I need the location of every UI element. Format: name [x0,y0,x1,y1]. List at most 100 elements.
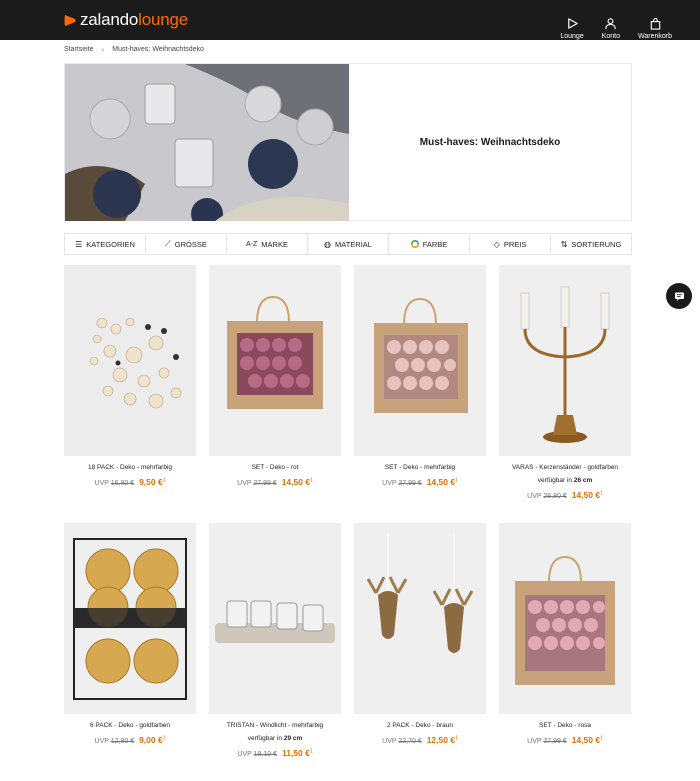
product-name: TRISTAN - Windlicht - mehrfarbig [226,722,324,729]
price-footnote: 1 [455,735,458,742]
tag-icon: ◇ [493,239,500,249]
sale-price: 9,50 € [139,477,163,487]
product-price: UVP 27,99 € 14,50 €1 [209,477,341,487]
sale-price: 14,50 € [426,477,456,487]
product-card[interactable]: 18 PACK - Deko - mehrfarbig UVP 16,80 € … [64,265,196,523]
old-price: 12,80 € [110,738,135,745]
price-footnote: 1 [309,748,313,755]
uvp-label: UVP [237,480,252,487]
product-name: 2 PACK - Deko - braun [387,722,453,729]
product-price: UVP 26,80 € 14,50 €1 [499,490,631,500]
product-name: SET - Deko - rot [251,464,299,471]
filter-sort[interactable]: ⇅ SORTIERUNG [551,234,631,254]
bauble-box-red-image [209,265,341,456]
product-image [64,265,196,456]
nav-cart[interactable]: Warenkorb [638,17,672,40]
sale-price: 14,50 € [571,735,601,745]
uvp-label: UVP [382,738,397,745]
product-grid: 18 PACK - Deko - mehrfarbig UVP 16,80 € … [64,265,632,781]
price-footnote: 1 [162,735,166,742]
availability-size: 29 cm [283,735,303,742]
product-price: UVP 22,70 € 12,50 €1 [354,735,486,745]
filter-material[interactable]: ◍ MATERIAL [308,234,389,254]
product-price: UVP 18,10 € 11,50 €1 [209,748,341,758]
product-image [354,523,486,714]
uvp-label: UVP [237,751,252,758]
filter-categories[interactable]: ☰ KATEGORIEN [65,234,146,254]
product-card[interactable]: SET - Deko - rosa UVP 27,99 € 14,50 €1 [499,523,631,781]
nav-account-label: Konto [601,33,621,40]
product-card[interactable]: VARAS - Kerzenständer - goldfarben verfü… [499,265,631,523]
filter-bar: ☰ KATEGORIEN ⟋ GRÖSSE A-Z MARKE ◍ MATERI… [64,233,632,255]
hero-image [65,64,349,221]
az-icon: A-Z [246,240,258,248]
campaign-hero: Must-haves: Weihnachtsdeko [64,63,632,221]
tealight-holder-image [209,523,341,714]
product-price: UVP 27,99 € 14,50 €1 [354,477,486,487]
filter-price-label: PREIS [503,239,527,249]
product-image [499,265,631,456]
product-name: 6 PACK - Deko - goldfarben [89,722,171,729]
product-price: UVP 16,80 € 9,50 €1 [64,477,196,487]
filter-brand[interactable]: A-Z MARKE [227,234,308,254]
nav-account[interactable]: Konto [602,17,620,40]
lounge-icon [567,18,578,29]
old-price: 27,99 € [253,480,277,487]
breadcrumb-current: Must-haves: Weihnachtsdeko [112,46,204,53]
filter-price[interactable]: ◇ PREIS [470,234,551,254]
filter-color-label: FARBE [422,239,448,249]
old-price: 18,10 € [253,751,277,758]
filter-size[interactable]: ⟋ GRÖSSE [146,234,227,254]
christmas-decoration-photo [65,64,349,221]
product-name: SET - Deko - mehrfarbig [384,464,456,471]
ruler-icon: ⟋ [165,239,171,248]
bauble-box-multicolor-image [354,265,486,456]
sale-price: 14,50 € [281,477,311,487]
sale-price: 11,50 € [281,748,310,758]
candelabra-image [499,265,631,456]
old-price: 16,80 € [110,480,135,487]
uvp-label: UVP [527,738,542,745]
product-image [354,265,486,456]
product-card[interactable]: 2 PACK - Deko - braun UVP 22,70 € 12,50 … [354,523,486,781]
product-image [209,523,341,714]
hero-title: Must-haves: Weihnachtsdeko [419,136,561,148]
filter-categories-label: KATEGORIEN [86,239,135,249]
nav-cart-label: Warenkorb [638,33,672,40]
logo-text-lounge: lounge [138,10,189,29]
sale-price: 9,00 € [139,735,163,745]
sort-icon: ⇅ [560,239,568,249]
price-footnote: 1 [600,490,603,497]
availability-prefix: verfügbar in [537,477,573,484]
chat-button[interactable] [666,283,692,309]
product-card[interactable]: SET - Deko - rot UVP 27,99 € 14,50 €1 [209,265,341,523]
availability-prefix: verfügbar in [247,735,283,742]
nav-lounge[interactable]: Lounge [560,17,584,40]
product-card[interactable]: 6 PACK - Deko - goldfarben UVP 12,80 € 9… [64,523,196,781]
user-icon [605,18,617,30]
uvp-label: UVP [527,493,542,500]
old-price: 27,99 € [398,480,422,487]
sale-price: 12,50 € [426,735,456,745]
bag-icon [650,17,660,30]
old-price: 26,80 € [543,493,567,500]
menu-icon: ☰ [75,239,83,249]
color-icon [410,240,419,248]
top-bar: zalandolounge Lounge Konto Warenkorb [0,0,700,40]
product-image [209,265,341,456]
filter-color[interactable]: FARBE [389,234,470,254]
product-card[interactable]: SET - Deko - mehrfarbig UVP 27,99 € 14,5… [354,265,486,523]
chevron-right-icon: › [101,45,105,54]
product-name: SET - Deko - rosa [539,722,591,729]
breadcrumb: Startseite › Must-haves: Weihnachtsdeko [64,45,204,54]
old-price: 27,99 € [543,738,567,745]
product-image [499,523,631,714]
zalando-lounge-logo[interactable]: zalandolounge [64,10,188,30]
breadcrumb-home-link[interactable]: Startseite [64,46,94,53]
product-image [64,523,196,714]
material-icon: ◍ [324,239,332,249]
price-footnote: 1 [310,477,313,484]
filter-size-label: GRÖSSE [174,239,207,249]
product-card[interactable]: TRISTAN - Windlicht - mehrfarbig verfügb… [209,523,341,781]
gold-baubles-box-image [64,523,196,714]
